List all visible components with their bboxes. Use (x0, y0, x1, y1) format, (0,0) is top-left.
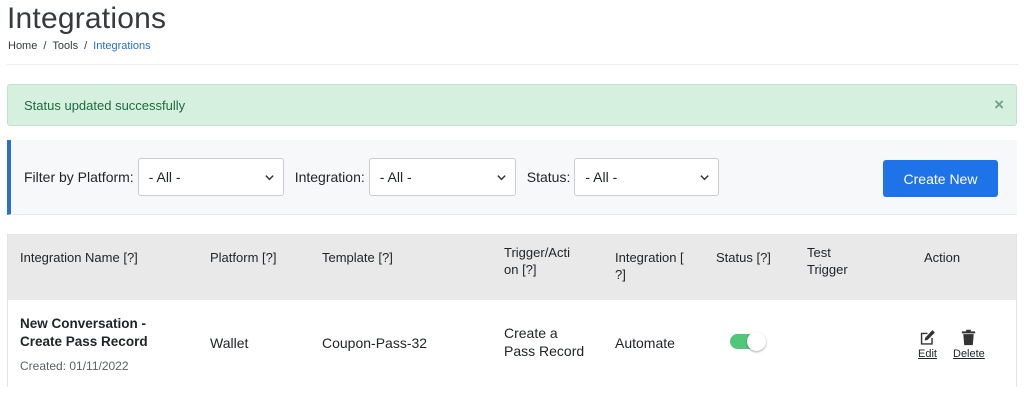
header-integration-line1: Integration [ (615, 250, 684, 265)
status-filter-value: - All - (585, 169, 618, 185)
status-toggle[interactable] (730, 332, 766, 351)
trigger-cell: Create a Pass Record (504, 324, 584, 360)
header-test-trigger: Test Trigger (807, 244, 848, 278)
header-integration-line2: ?] (615, 267, 626, 282)
toggle-knob (747, 332, 766, 351)
integrations-table: Integration Name [?] Platform [?] Templa… (7, 234, 1017, 387)
header-status[interactable]: Status [?] (716, 249, 771, 266)
header-integration[interactable]: Integration [ ?] (615, 249, 684, 283)
header-test-line1: Test (807, 245, 831, 260)
breadcrumb-integrations: Integrations (93, 40, 151, 52)
edit-label: Edit (918, 348, 937, 360)
trigger-line2: Pass Record (504, 343, 585, 359)
success-alert: Status updated successfully × (7, 84, 1017, 126)
header-platform[interactable]: Platform [?] (210, 249, 276, 266)
header-action: Action (924, 250, 961, 265)
table-row: New Conversation - Create Pass Record Cr… (8, 300, 1016, 387)
integration-name-cell: New Conversation - Create Pass Record Cr… (20, 315, 148, 375)
filter-bar: Filter by Platform: - All - Integration:… (7, 140, 1017, 215)
trigger-line1: Create a (504, 325, 558, 341)
create-new-button[interactable]: Create New (883, 160, 998, 197)
status-filter-select[interactable]: - All - (574, 158, 720, 196)
platform-filter-label: Filter by Platform: (24, 169, 134, 185)
breadcrumb-tools[interactable]: Tools (52, 40, 78, 52)
breadcrumb: Home / Tools / Integrations (8, 40, 151, 52)
platform-filter-value: - All - (148, 169, 181, 185)
integration-name-line1: New Conversation - (20, 316, 147, 331)
header-trigger-action[interactable]: Trigger/Acti on [?] (504, 244, 570, 278)
close-icon[interactable]: × (994, 95, 1004, 115)
chevron-down-icon (497, 174, 506, 180)
template-cell: Coupon-Pass-32 (322, 335, 428, 351)
delete-button[interactable]: Delete (953, 328, 985, 360)
chevron-down-icon (700, 174, 710, 180)
header-template[interactable]: Template [?] (322, 249, 393, 266)
header-integration-name[interactable]: Integration Name [?] (20, 249, 138, 266)
divider (7, 64, 1018, 65)
page-title: Integrations (7, 2, 167, 35)
platform-filter-select[interactable]: - All - (137, 158, 284, 196)
header-trigger-line2: on [?] (504, 262, 537, 277)
integration-filter-select[interactable]: - All - (368, 158, 516, 196)
created-date: Created: 01/11/2022 (20, 359, 129, 373)
edit-button[interactable]: Edit (918, 328, 937, 360)
platform-cell: Wallet (210, 335, 249, 351)
trash-icon (962, 329, 976, 346)
delete-label: Delete (953, 348, 985, 360)
breadcrumb-home[interactable]: Home (8, 40, 37, 52)
header-trigger-line1: Trigger/Acti (504, 245, 570, 260)
status-filter-label: Status: (526, 169, 571, 185)
breadcrumb-separator: / (84, 40, 88, 52)
integration-filter-value: - All - (379, 169, 412, 185)
table-header: Integration Name [?] Platform [?] Templa… (8, 235, 1016, 300)
breadcrumb-separator: / (43, 40, 47, 52)
chevron-down-icon (265, 174, 274, 180)
integration-cell: Automate (615, 335, 675, 351)
alert-message: Status updated successfully (24, 97, 186, 113)
integration-filter-label: Integration: (294, 169, 365, 185)
edit-icon (920, 330, 935, 345)
header-test-line2: Trigger (807, 262, 848, 277)
integration-name-line2: Create Pass Record (20, 334, 148, 349)
